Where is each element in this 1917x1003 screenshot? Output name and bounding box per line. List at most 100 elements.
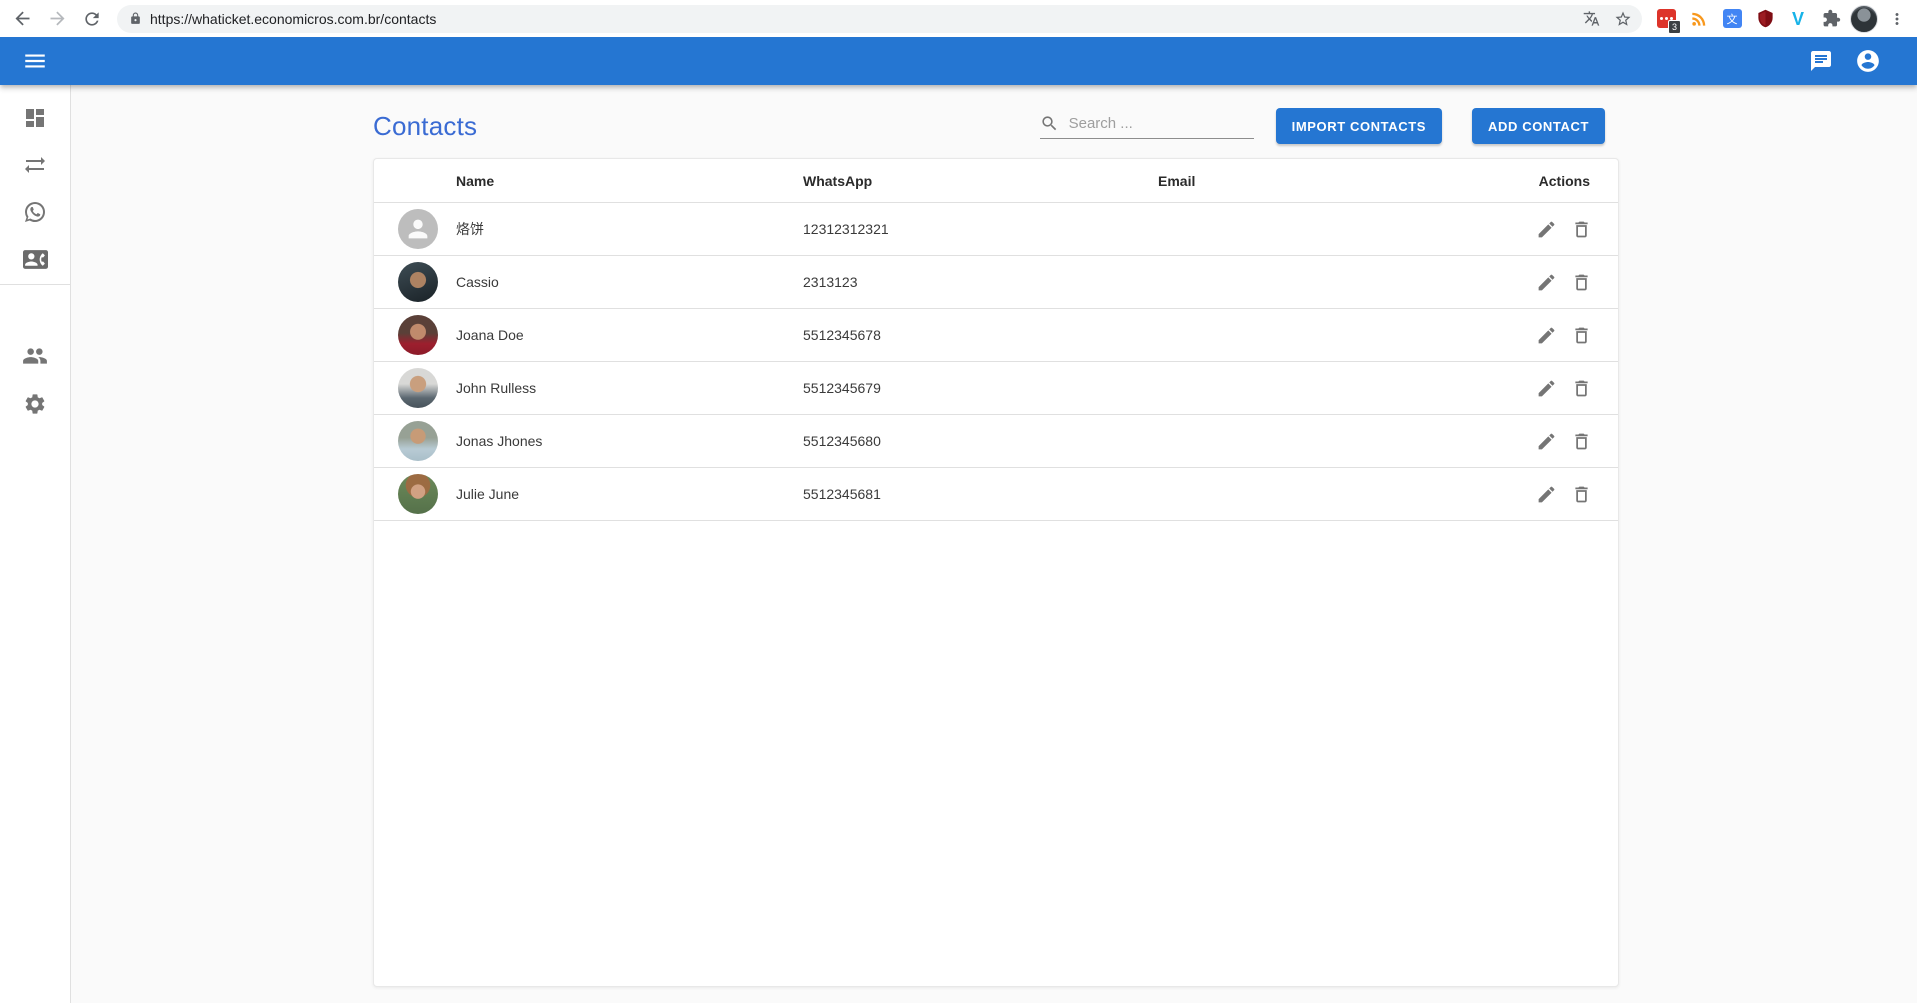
delete-contact-button[interactable] xyxy=(1571,484,1592,505)
omnibox[interactable]: https://whaticket.economicros.com.br/con… xyxy=(117,5,1642,33)
pencil-edit-icon xyxy=(1536,219,1557,240)
app-bar xyxy=(0,37,1917,85)
table-header-email: Email xyxy=(1158,173,1474,189)
contact-name: 烙饼 xyxy=(456,219,803,239)
trash-delete-icon xyxy=(1571,378,1592,399)
sidebar xyxy=(0,85,71,1003)
page-title: Contacts xyxy=(373,111,477,142)
settings-gear-icon xyxy=(23,392,47,416)
contact-whatsapp: 12312312321 xyxy=(803,221,1158,237)
kebab-menu-icon xyxy=(1888,10,1906,28)
contact-name: Jonas Jhones xyxy=(456,433,803,449)
delete-contact-button[interactable] xyxy=(1571,431,1592,452)
hamburger-menu-button[interactable] xyxy=(22,48,48,74)
sidebar-item-tickets[interactable] xyxy=(22,199,48,225)
users-people-icon xyxy=(22,343,48,369)
pencil-edit-icon xyxy=(1536,484,1557,505)
profile-avatar-image xyxy=(1850,5,1878,33)
account-button[interactable] xyxy=(1855,48,1881,74)
sidebar-item-connections[interactable] xyxy=(22,152,48,178)
default-person-icon xyxy=(404,215,432,243)
extension-badge: 3 xyxy=(1668,20,1681,34)
contact-whatsapp: 5512345678 xyxy=(803,327,1158,343)
url-text[interactable]: https://whaticket.economicros.com.br/con… xyxy=(150,11,1569,27)
table-row: 烙饼 12312312321 xyxy=(374,203,1618,256)
rss-extension-icon[interactable] xyxy=(1685,5,1713,33)
table-header-actions: Actions xyxy=(1474,173,1594,189)
table-header-name: Name xyxy=(456,173,803,189)
pencil-edit-icon xyxy=(1536,431,1557,452)
table-header-whatsapp: WhatsApp xyxy=(803,173,1158,189)
trash-delete-icon xyxy=(1571,272,1592,293)
contact-avatar xyxy=(398,368,438,408)
sidebar-item-users[interactable] xyxy=(22,343,48,369)
contact-whatsapp: 5512345679 xyxy=(803,380,1158,396)
reload-icon xyxy=(82,9,102,29)
dashboard-icon xyxy=(23,106,47,130)
contact-avatar xyxy=(398,209,438,249)
table-header-row: Name WhatsApp Email Actions xyxy=(374,159,1618,203)
browser-profile-avatar[interactable] xyxy=(1850,5,1878,33)
edit-contact-button[interactable] xyxy=(1536,431,1557,452)
red-extension-icon[interactable]: 3 xyxy=(1652,5,1680,33)
delete-contact-button[interactable] xyxy=(1571,272,1592,293)
chat-button[interactable] xyxy=(1809,49,1833,73)
trash-delete-icon xyxy=(1571,484,1592,505)
forward-button[interactable] xyxy=(44,6,70,32)
forward-icon xyxy=(47,8,68,29)
trash-delete-icon xyxy=(1571,325,1592,346)
pencil-edit-icon xyxy=(1536,378,1557,399)
contact-whatsapp: 5512345680 xyxy=(803,433,1158,449)
ublock-extension-icon[interactable] xyxy=(1751,5,1779,33)
edit-contact-button[interactable] xyxy=(1536,219,1557,240)
hamburger-menu-icon xyxy=(22,48,48,74)
search-field[interactable] xyxy=(1040,114,1254,139)
translate-extension-icon[interactable]: 文 xyxy=(1718,5,1746,33)
contact-whatsapp: 5512345681 xyxy=(803,486,1158,502)
contact-name: Joana Doe xyxy=(456,327,803,343)
translate-extension-glyph: 文 xyxy=(1723,9,1742,28)
table-row: Cassio 2313123 xyxy=(374,256,1618,309)
pencil-edit-icon xyxy=(1536,325,1557,346)
sidebar-item-contacts[interactable] xyxy=(22,246,48,272)
edit-contact-button[interactable] xyxy=(1536,272,1557,293)
trash-delete-icon xyxy=(1571,431,1592,452)
delete-contact-button[interactable] xyxy=(1571,325,1592,346)
edit-contact-button[interactable] xyxy=(1536,484,1557,505)
edit-contact-button[interactable] xyxy=(1536,378,1557,399)
contact-name: Cassio xyxy=(456,274,803,290)
vimeo-glyph: V xyxy=(1792,10,1804,28)
page-header: Contacts IMPORT CONTACTS ADD CONTACT xyxy=(373,103,1605,149)
bookmark-star-icon[interactable] xyxy=(1614,10,1632,28)
translate-page-icon[interactable] xyxy=(1583,10,1600,27)
delete-contact-button[interactable] xyxy=(1571,219,1592,240)
sidebar-divider xyxy=(0,284,70,285)
sidebar-item-settings[interactable] xyxy=(22,391,48,417)
reload-button[interactable] xyxy=(79,6,105,32)
contact-avatar xyxy=(398,262,438,302)
delete-contact-button[interactable] xyxy=(1571,378,1592,399)
browser-toolbar: https://whaticket.economicros.com.br/con… xyxy=(0,0,1917,37)
sidebar-item-dashboard[interactable] xyxy=(22,105,48,131)
vimeo-extension-icon[interactable]: V xyxy=(1784,5,1812,33)
edit-contact-button[interactable] xyxy=(1536,325,1557,346)
back-button[interactable] xyxy=(9,6,35,32)
contact-avatar xyxy=(398,474,438,514)
table-row: Julie June 5512345681 xyxy=(374,468,1618,521)
contact-name: Julie June xyxy=(456,486,803,502)
browser-menu-button[interactable] xyxy=(1883,5,1911,33)
chat-icon xyxy=(1809,49,1833,73)
contact-name: John Rulless xyxy=(456,380,803,396)
import-contacts-button[interactable]: IMPORT CONTACTS xyxy=(1276,108,1442,144)
search-icon xyxy=(1040,114,1059,133)
table-row: Joana Doe 5512345678 xyxy=(374,309,1618,362)
lock-icon[interactable] xyxy=(129,12,142,25)
add-contact-button[interactable]: ADD CONTACT xyxy=(1472,108,1605,144)
contacts-card-icon xyxy=(23,247,48,272)
search-input[interactable] xyxy=(1067,114,1254,133)
extensions-puzzle-icon[interactable] xyxy=(1817,5,1845,33)
contact-avatar xyxy=(398,421,438,461)
pencil-edit-icon xyxy=(1536,272,1557,293)
screen: https://whaticket.economicros.com.br/con… xyxy=(0,0,1917,1003)
connections-swap-icon xyxy=(23,153,47,177)
